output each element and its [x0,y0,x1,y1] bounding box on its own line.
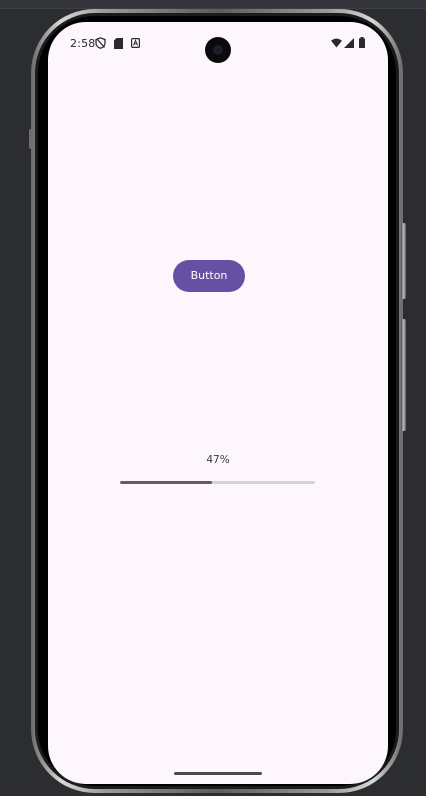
side-nub [29,129,33,149]
home-indicator[interactable] [174,772,262,775]
status-bar: 2:58 [48,22,388,64]
main-button[interactable]: Button [173,260,245,292]
cell-signal-icon [344,38,354,48]
progress-bar-fill [120,481,212,484]
notification-a-icon [131,38,140,48]
volume-button[interactable] [401,223,406,299]
emulator-top-bar [0,0,426,9]
sd-card-icon [114,38,123,49]
battery-icon [359,37,365,48]
camera-lens [213,45,223,55]
wifi-icon [331,38,342,48]
progress-bar [120,481,315,484]
vpn-shield-icon [95,37,106,49]
progress-percent-label: 47% [206,454,230,466]
power-button[interactable] [401,319,406,431]
status-time: 2:58 [70,37,96,50]
front-camera [205,37,231,63]
app-screen: 2:58 Button 47% [48,22,388,784]
